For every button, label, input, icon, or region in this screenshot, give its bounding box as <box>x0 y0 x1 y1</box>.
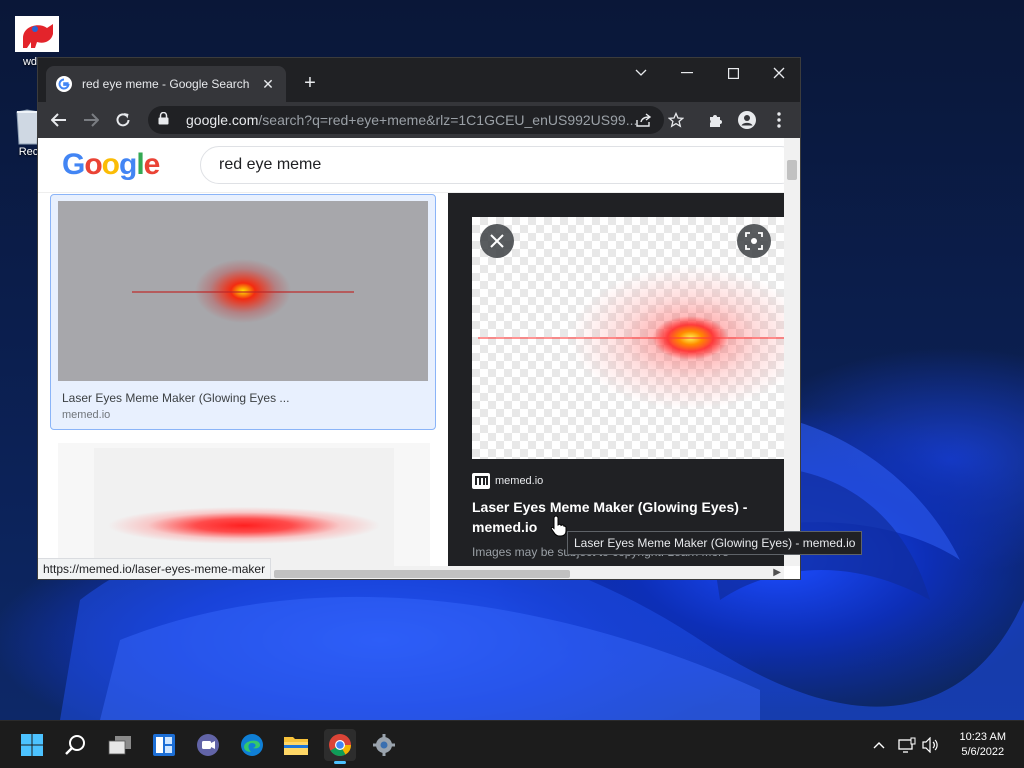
clock-date: 5/6/2022 <box>961 746 1005 758</box>
bookmark-star-icon[interactable] <box>662 106 690 134</box>
close-window-button[interactable] <box>756 58 800 88</box>
web-page: Google red eye meme Laser Eyes Meme Make… <box>38 138 800 579</box>
elephant-app-icon <box>15 16 59 52</box>
search-icon[interactable] <box>60 729 92 761</box>
google-logo[interactable]: Google <box>62 148 161 182</box>
share-icon[interactable] <box>630 106 658 134</box>
address-path: /search?q=red+eye+meme&rlz=1C1GCEU_enUS9… <box>258 112 638 128</box>
address-host: google.com <box>186 112 259 128</box>
profile-avatar-icon[interactable] <box>732 105 762 135</box>
extensions-puzzle-icon[interactable] <box>700 105 730 135</box>
network-icon[interactable] <box>896 735 918 755</box>
clock-time: 10:23 AM <box>959 731 1006 743</box>
result-thumbnail[interactable] <box>58 201 428 381</box>
vertical-scrollbar[interactable] <box>784 138 800 566</box>
preview-image[interactable] <box>472 217 784 459</box>
google-favicon-icon <box>56 76 72 92</box>
edge-browser-icon[interactable] <box>236 729 268 761</box>
back-button[interactable] <box>44 105 74 135</box>
logo-letter: o <box>84 148 102 181</box>
volume-icon[interactable] <box>920 735 942 755</box>
minimize-button[interactable] <box>664 58 710 88</box>
widgets-icon[interactable] <box>148 729 180 761</box>
start-button[interactable] <box>16 729 48 761</box>
task-view-icon[interactable] <box>104 729 136 761</box>
active-app-indicator <box>334 761 346 764</box>
search-input[interactable]: red eye meme <box>200 146 800 184</box>
scroll-right-arrow-icon[interactable]: ▶ <box>773 567 781 578</box>
memed-logo-icon <box>472 473 490 489</box>
lens-search-icon[interactable] <box>737 224 771 258</box>
browser-window: red eye meme - Google Search ✕ + google.… <box>37 57 801 580</box>
chrome-app-icon[interactable] <box>324 729 356 764</box>
google-header: Google red eye meme <box>38 138 800 193</box>
image-result-card[interactable]: Laser Eyes Meme Maker (Glowing Eyes ... … <box>50 194 436 430</box>
status-bar-url: https://memed.io/laser-eyes-meme-maker <box>38 558 272 579</box>
forward-button[interactable] <box>76 105 106 135</box>
tab-close-icon[interactable]: ✕ <box>260 76 276 93</box>
browser-toolbar: google.com/search?q=red+eye+meme&rlz=1C1… <box>38 102 800 138</box>
image-preview-panel: memed.io Laser Eyes Meme Maker (Glowing … <box>448 193 784 579</box>
more-menu-icon[interactable] <box>764 105 794 135</box>
logo-letter: o <box>101 148 120 181</box>
address-bar[interactable]: google.com/search?q=red+eye+meme&rlz=1C1… <box>148 106 664 134</box>
preview-source-label: memed.io <box>495 475 544 487</box>
show-hidden-icons-chevron[interactable] <box>868 735 890 755</box>
logo-letter: l <box>136 148 144 181</box>
maximize-button[interactable] <box>710 58 756 88</box>
taskbar: 10:23 AM 5/6/2022 <box>0 720 1024 768</box>
result-thumbnail-2[interactable] <box>94 448 394 573</box>
logo-letter: e <box>143 148 161 181</box>
tab-google-search[interactable]: red eye meme - Google Search ✕ <box>46 66 286 102</box>
teams-chat-icon[interactable] <box>192 729 224 761</box>
file-explorer-icon[interactable] <box>280 729 312 761</box>
tab-title: red eye meme - Google Search <box>82 77 250 91</box>
link-tooltip: Laser Eyes Meme Maker (Glowing Eyes) - m… <box>567 531 863 555</box>
reload-button[interactable] <box>108 105 138 135</box>
result-title[interactable]: Laser Eyes Meme Maker (Glowing Eyes ... <box>62 391 289 405</box>
result-source: memed.io <box>62 409 111 421</box>
settings-gear-icon[interactable] <box>368 729 400 761</box>
new-tab-button[interactable]: + <box>298 71 322 95</box>
close-preview-button[interactable] <box>480 224 514 258</box>
hand-cursor-icon <box>550 515 568 542</box>
search-query: red eye meme <box>219 156 322 173</box>
system-clock[interactable]: 10:23 AM 5/6/2022 <box>960 730 1006 760</box>
logo-letter: G <box>62 148 85 181</box>
logo-letter: g <box>119 148 137 181</box>
title-bar: red eye meme - Google Search ✕ + <box>38 58 800 102</box>
tab-search-icon[interactable] <box>618 58 664 88</box>
lock-icon <box>158 111 172 128</box>
preview-source[interactable]: memed.io <box>472 473 543 489</box>
